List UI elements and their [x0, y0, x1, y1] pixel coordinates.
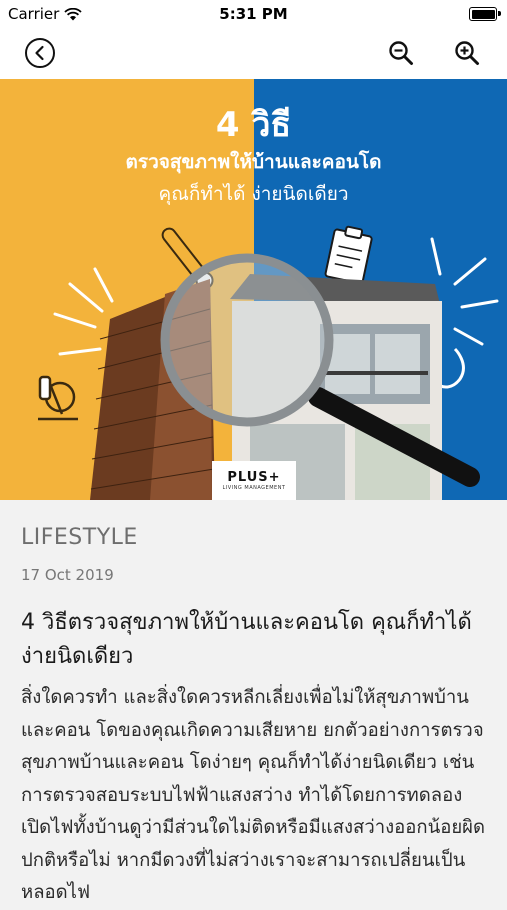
hero-title-line3: คุณก็ทำได้ ง่ายนิดเดียว — [158, 183, 349, 205]
back-circle-icon — [25, 38, 55, 68]
battery-icon — [469, 7, 501, 21]
microscope-icon — [38, 375, 78, 421]
article-category: LIFESTYLE — [21, 525, 138, 550]
zoom-in-icon — [455, 41, 479, 65]
hero-title-line1: 4 วิธี — [215, 105, 292, 145]
clipboard-icon — [324, 225, 373, 285]
brand-logo: PLUS+ LIVING MANAGEMENT — [212, 461, 296, 500]
zoom-in-button[interactable] — [450, 36, 484, 70]
hero-title-line2: ตรวจสุขภาพให้บ้านและคอนโด — [125, 151, 382, 173]
clock: 5:31 PM — [219, 5, 288, 23]
article-body: สิ่งใดควรทำ และสิ่งใดควรหลีกเลี่ยงเพื่อไ… — [21, 687, 486, 903]
zoom-out-icon — [389, 41, 413, 65]
brand-name: PLUS+ — [227, 470, 281, 485]
back-button[interactable] — [23, 36, 57, 70]
brand-tagline: LIVING MANAGEMENT — [222, 485, 286, 491]
sparkle-left — [53, 267, 114, 356]
hero-image: 4 วิธี ตรวจสุขภาพให้บ้านและคอนโด คุณก็ทำ… — [0, 79, 507, 500]
nav-bar — [0, 28, 507, 79]
article-date: 17 Oct 2019 — [21, 566, 114, 584]
zoom-out-button[interactable] — [384, 36, 418, 70]
status-bar: Carrier 5:31 PM — [0, 0, 507, 28]
article-title: 4 วิธีตรวจสุขภาพให้บ้านและคอนโด คุณก็ทำไ… — [21, 610, 472, 669]
